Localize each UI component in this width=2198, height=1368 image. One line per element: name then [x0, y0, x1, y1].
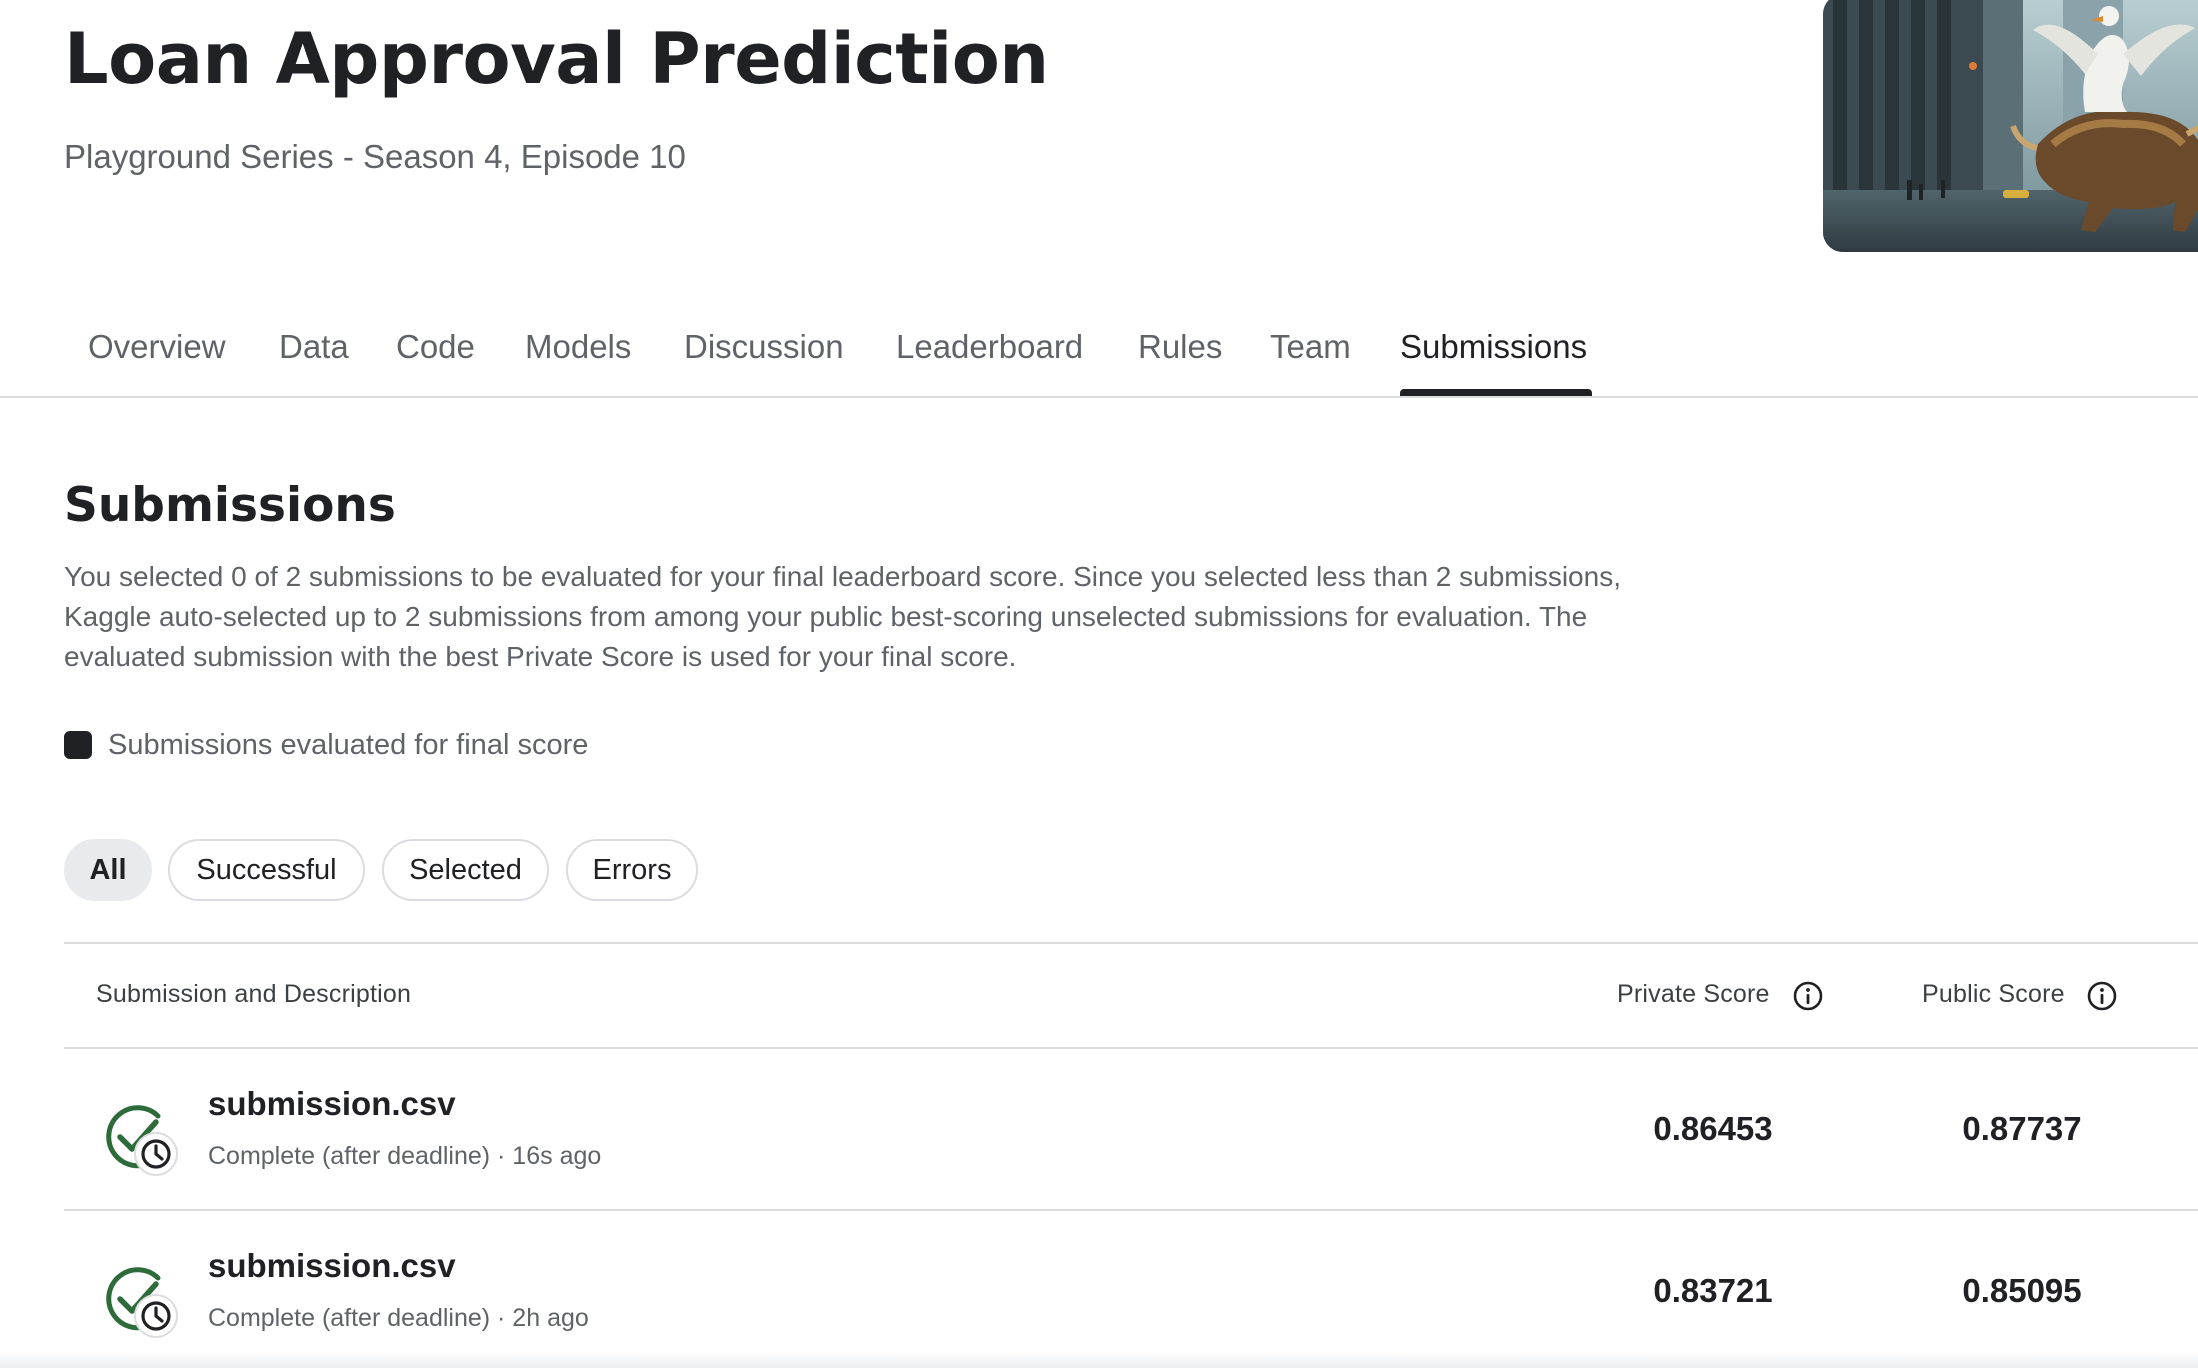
check-circle-late-icon: [106, 1105, 178, 1176]
table-header-divider: [64, 1047, 2198, 1049]
column-header-submission: Submission and Description: [96, 980, 412, 1008]
column-header-public-score: Public Score: [1922, 980, 2065, 1008]
tab-data[interactable]: Data: [279, 328, 349, 366]
legend-label: Submissions evaluated for final score: [108, 728, 589, 761]
submission-filename[interactable]: submission.csv: [208, 1085, 456, 1123]
public-score-info-icon[interactable]: [2086, 980, 2118, 1012]
submission-filename[interactable]: submission.csv: [208, 1247, 456, 1285]
public-score: 0.87737: [1962, 1110, 2082, 1147]
tab-overview[interactable]: Overview: [88, 328, 226, 366]
tab-team[interactable]: Team: [1270, 328, 1351, 366]
competition-subtitle: Playground Series - Season 4, Episode 10: [64, 138, 686, 175]
table-top-border: [64, 942, 2198, 944]
row-divider: [64, 1209, 2198, 1211]
column-header-private-score: Private Score: [1617, 980, 1770, 1008]
filter-errors[interactable]: Errors: [566, 839, 698, 901]
public-score: 0.85095: [1962, 1272, 2082, 1309]
check-circle-late-icon: [106, 1267, 178, 1338]
submission-status: Complete (after deadline) · 2h ago: [208, 1304, 589, 1332]
tab-code[interactable]: Code: [396, 328, 475, 366]
tab-leaderboard[interactable]: Leaderboard: [896, 328, 1083, 366]
competition-tabs: Overview Data Code Models Discussion Lea…: [0, 300, 2198, 398]
private-score-info-icon[interactable]: [1792, 980, 1824, 1012]
tab-models[interactable]: Models: [525, 328, 631, 366]
private-score: 0.86453: [1653, 1110, 1773, 1147]
filter-all[interactable]: All: [64, 839, 152, 901]
private-score: 0.83721: [1653, 1272, 1773, 1309]
active-tab-indicator: [1400, 389, 1592, 396]
tab-discussion[interactable]: Discussion: [684, 328, 844, 366]
final-score-legend: Submissions evaluated for final score: [64, 727, 588, 763]
filter-selected[interactable]: Selected: [382, 839, 549, 901]
scroll-fade: [0, 1352, 2198, 1368]
submission-status: Complete (after deadline) · 16s ago: [208, 1142, 602, 1170]
competition-title: Loan Approval Prediction: [64, 18, 1049, 100]
competition-banner-image: [1823, 0, 2198, 252]
tab-rules[interactable]: Rules: [1138, 328, 1222, 366]
section-description: You selected 0 of 2 submissions to be ev…: [64, 561, 1621, 672]
filter-successful[interactable]: Successful: [168, 839, 365, 901]
tab-submissions[interactable]: Submissions: [1400, 328, 1587, 366]
section-title: Submissions: [64, 478, 396, 533]
legend-swatch: [64, 731, 92, 759]
